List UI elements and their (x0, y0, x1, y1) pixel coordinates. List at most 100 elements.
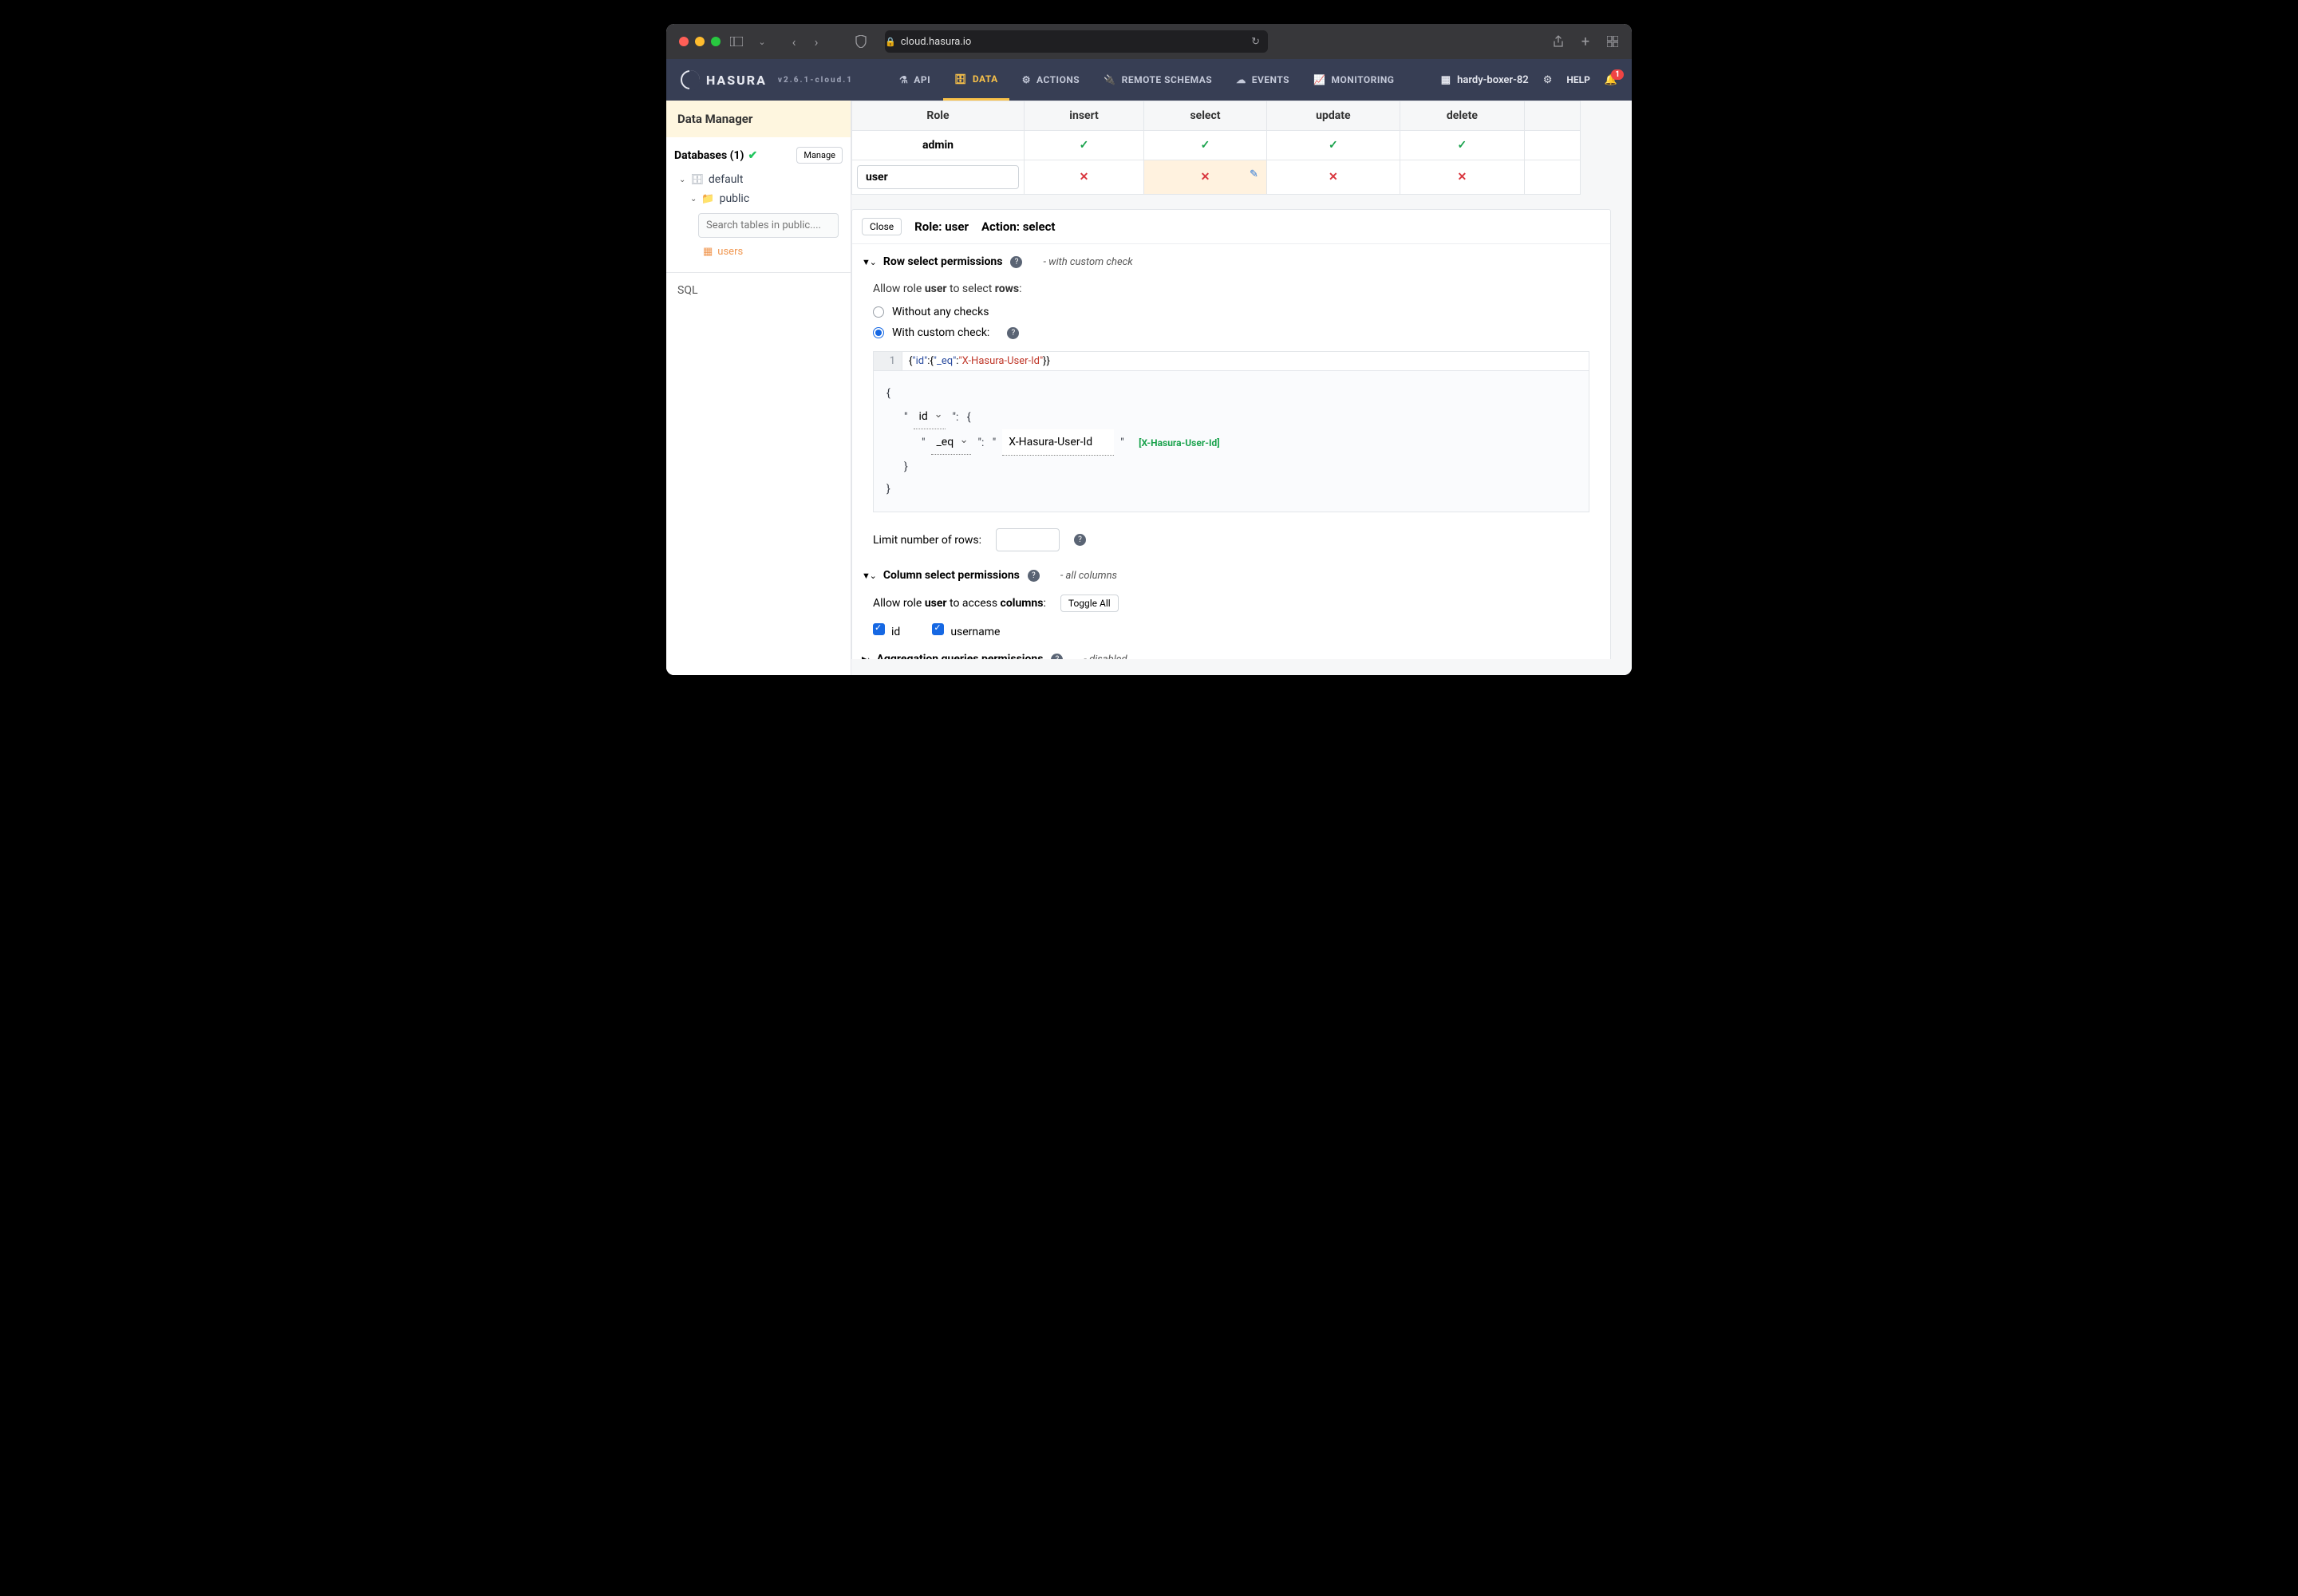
sidebar: Data Manager Databases (1) ✔ Manage ⌄🗄de… (666, 101, 851, 675)
new-tab-icon[interactable]: + (1579, 35, 1592, 48)
x-icon[interactable]: ✕ (1266, 160, 1400, 195)
url-text: cloud.hasura.io (901, 36, 972, 48)
tab-events[interactable]: ☁EVENTS (1225, 59, 1301, 101)
expand-icon[interactable]: ▶ › (862, 654, 869, 660)
maximize-window-icon[interactable] (711, 37, 721, 46)
close-button[interactable]: Close (862, 218, 902, 235)
app-header: HASURA v2.6.1-cloud.1 ⚗API 🗄DATA ⚙ACTION… (666, 59, 1632, 101)
perm-row-admin: admin ✓ ✓ ✓ ✓ (852, 131, 1581, 160)
browser-window: ⌄ ‹ › 🔒 cloud.hasura.io ↻ + HASURA v2.6.… (666, 24, 1632, 675)
minimize-window-icon[interactable] (695, 37, 705, 46)
logo: HASURA v2.6.1-cloud.1 (681, 70, 853, 89)
x-icon[interactable]: ✕ (1400, 160, 1524, 195)
permissions-table: Role insert select update delete admin ✓… (851, 101, 1581, 195)
radio-with-custom-check[interactable]: With custom check:? (873, 322, 1601, 343)
grid-icon: ▦ (1441, 74, 1451, 86)
notifications-icon[interactable]: 🔔1 (1605, 74, 1617, 86)
version-text: v2.6.1-cloud.1 (778, 76, 853, 85)
sidebar-toggle-icon[interactable] (730, 35, 743, 48)
tab-data[interactable]: 🗄DATA (943, 59, 1009, 101)
x-icon: ✕ (1201, 171, 1210, 184)
row-perm-title: Row select permissions (883, 255, 1003, 268)
status-ok-icon: ✔ (748, 149, 757, 162)
chevron-down-icon: ⌄ (690, 195, 697, 203)
help-icon[interactable]: ? (1007, 327, 1019, 339)
chart-icon: 📈 (1313, 74, 1325, 85)
tab-remote-schemas[interactable]: 🔌REMOTE SCHEMAS (1092, 59, 1223, 101)
plug-icon: 🔌 (1104, 74, 1115, 85)
editor-action: Action: select (981, 219, 1056, 234)
chevron-down-icon: ⌄ (679, 176, 685, 184)
help-icon[interactable]: ? (1051, 654, 1063, 660)
agg-perm-hint: - disabled (1084, 654, 1127, 660)
collapse-icon[interactable]: ▼ ⌄ (862, 257, 875, 267)
help-icon[interactable]: ? (1028, 570, 1040, 582)
url-bar[interactable]: 🔒 cloud.hasura.io ↻ (885, 30, 1268, 53)
titlebar: ⌄ ‹ › 🔒 cloud.hasura.io ↻ + (666, 24, 1632, 59)
tab-overview-icon[interactable] (1606, 35, 1619, 48)
col-checkbox-id[interactable]: id (873, 623, 900, 638)
reload-icon[interactable]: ↻ (1251, 36, 1260, 48)
folder-icon: 📁 (701, 193, 714, 205)
help-icon[interactable]: ? (1074, 534, 1086, 546)
tab-api[interactable]: ⚗API (888, 59, 942, 101)
help-link[interactable]: HELP (1566, 74, 1589, 85)
manage-button[interactable]: Manage (796, 147, 843, 164)
db-node-default[interactable]: ⌄🗄default (674, 170, 843, 189)
lock-icon: 🔒 (885, 37, 896, 47)
help-icon[interactable]: ? (1010, 256, 1022, 268)
main-tabs: ⚗API 🗄DATA ⚙ACTIONS 🔌REMOTE SCHEMAS ☁EVE… (888, 59, 1405, 101)
filter-builder: { " id ": { " _eq ": " " [X-Hasura-User-… (873, 371, 1589, 512)
pencil-icon: ✎ (1250, 168, 1258, 180)
col-select: select (1144, 101, 1267, 131)
tab-monitoring[interactable]: 📈MONITORING (1302, 59, 1405, 101)
database-icon: 🗄 (954, 73, 967, 85)
check-icon: ✓ (1400, 131, 1524, 160)
project-selector[interactable]: ▦hardy-boxer-82 (1441, 74, 1529, 86)
sql-link[interactable]: SQL (666, 272, 851, 308)
actions-icon: ⚙ (1022, 74, 1031, 85)
field-select[interactable]: id (914, 405, 946, 429)
value-input[interactable] (1002, 429, 1114, 456)
col-perm-desc: Allow role user to access columns: (873, 597, 1046, 610)
col-update: update (1266, 101, 1400, 131)
logo-icon (681, 70, 700, 89)
session-var: [X-Hasura-User-Id] (1139, 433, 1219, 452)
role-name-input[interactable] (857, 165, 1019, 189)
nav-back-icon[interactable]: ‹ (788, 35, 800, 48)
col-checkbox-username[interactable]: username (932, 623, 1000, 638)
agg-perm-title: Aggregation queries permissions (877, 653, 1044, 659)
collapse-icon[interactable]: ▼ ⌄ (862, 571, 875, 581)
table-link-users[interactable]: ▦users (674, 243, 843, 261)
toggle-all-button[interactable]: Toggle All (1060, 595, 1119, 612)
perm-cell-user-select[interactable]: ✕✎ (1144, 160, 1267, 195)
perm-row-user: ✕ ✕✎ ✕ ✕ (852, 160, 1581, 195)
share-icon[interactable] (1552, 35, 1565, 48)
operator-select[interactable]: _eq (931, 430, 971, 455)
limit-label: Limit number of rows: (873, 534, 981, 547)
x-icon[interactable]: ✕ (1025, 160, 1144, 195)
col-role: Role (852, 101, 1025, 131)
limit-input[interactable] (996, 528, 1060, 551)
close-window-icon[interactable] (679, 37, 689, 46)
row-perm-desc: Allow role user to select rows: (873, 282, 1601, 295)
brand-text: HASURA (706, 73, 767, 88)
table-icon: ▦ (703, 246, 713, 258)
shield-icon[interactable] (855, 35, 867, 48)
search-tables-input[interactable] (698, 213, 839, 238)
col-perm-hint: - all columns (1060, 570, 1117, 582)
databases-label: Databases (1) ✔ (674, 149, 757, 162)
main-content: Role insert select update delete admin ✓… (851, 101, 1632, 675)
schema-node-public[interactable]: ⌄📁public (674, 189, 843, 208)
radio-without-check[interactable]: Without any checks (873, 302, 1601, 322)
sidebar-heading: Data Manager (666, 101, 851, 137)
gear-icon[interactable]: ⚙ (1543, 74, 1553, 86)
nav-forward-icon[interactable]: › (810, 35, 823, 48)
tab-actions[interactable]: ⚙ACTIONS (1011, 59, 1091, 101)
flask-icon: ⚗ (899, 74, 908, 85)
row-perm-hint: - with custom check (1043, 256, 1132, 268)
col-actions (1525, 101, 1581, 131)
json-preview: 1 {"id":{"_eq":"X-Hasura-User-Id"}} (873, 351, 1589, 371)
col-delete: delete (1400, 101, 1524, 131)
chevron-down-icon[interactable]: ⌄ (756, 35, 768, 48)
